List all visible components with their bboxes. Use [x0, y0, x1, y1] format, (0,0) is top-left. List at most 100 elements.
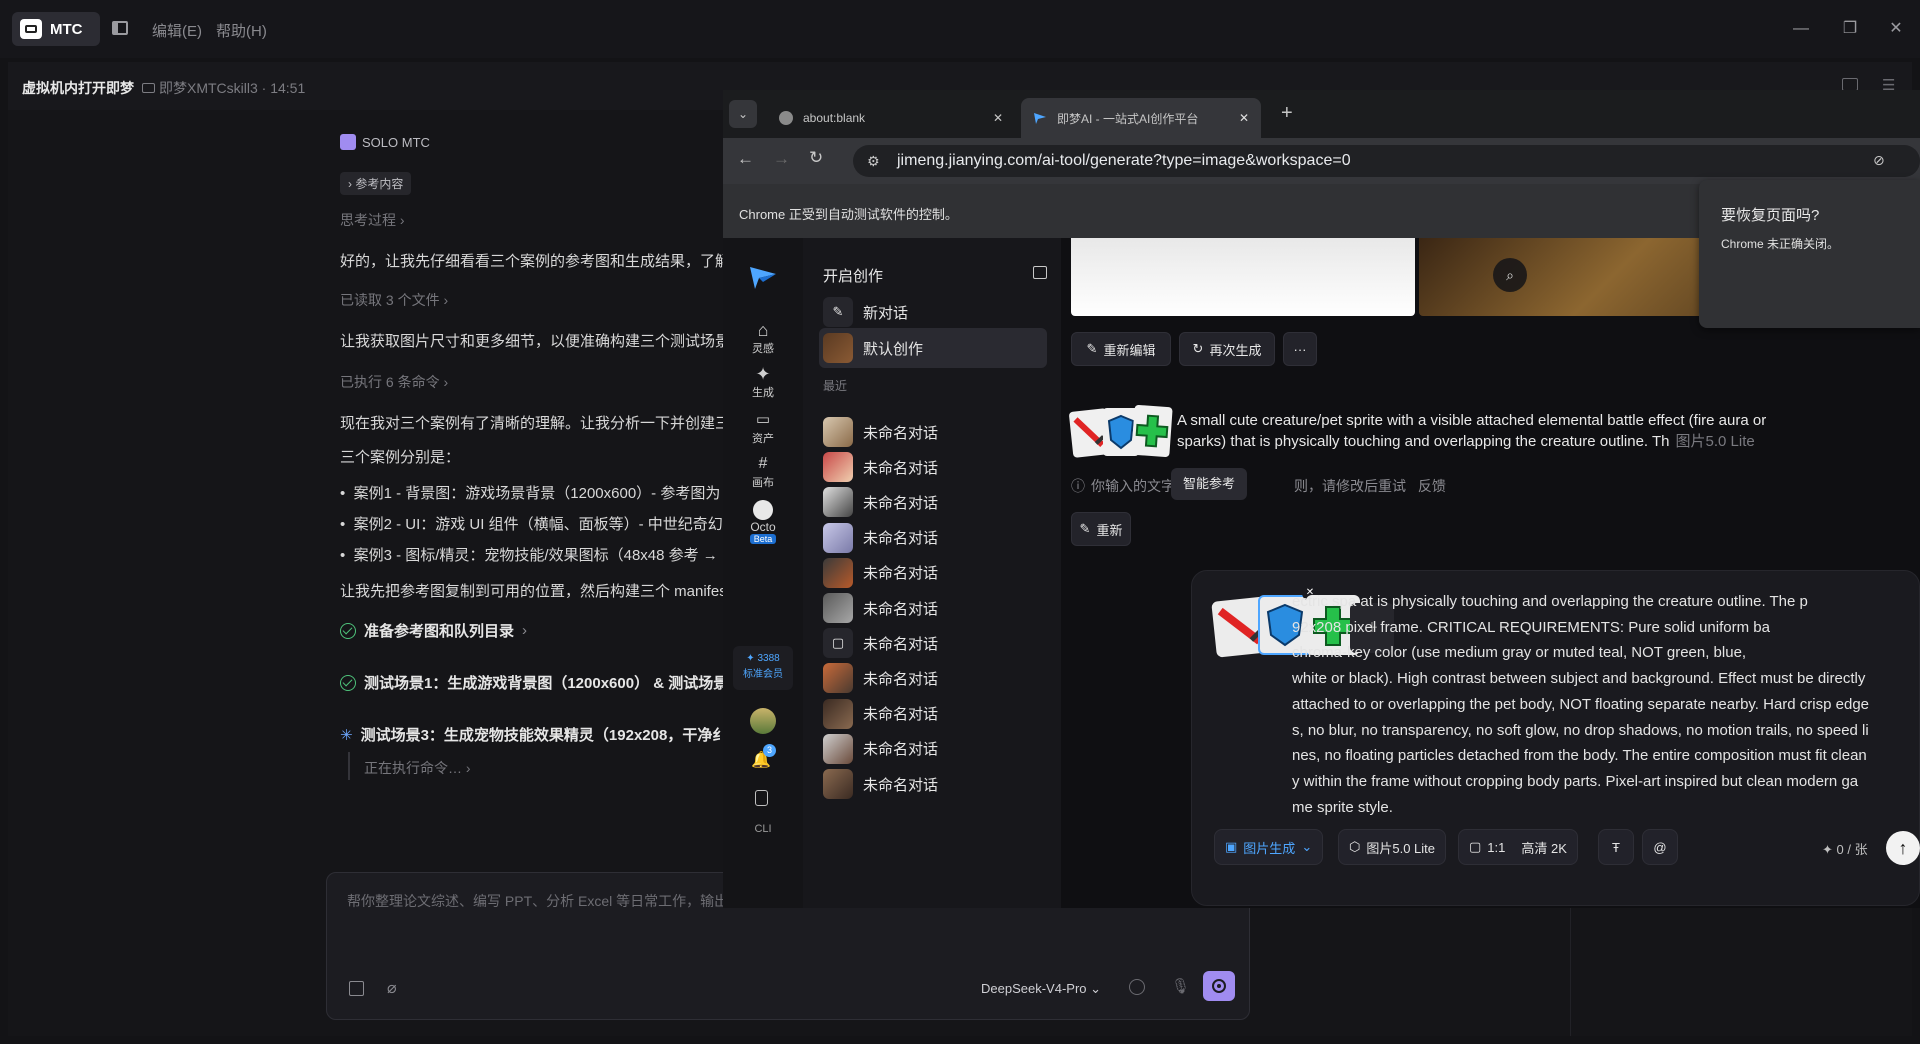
- conversation-thumbnail: [823, 333, 853, 363]
- tab-search-button[interactable]: ⌄: [729, 100, 757, 128]
- default-creation-item[interactable]: 默认创作: [819, 328, 1047, 368]
- nav-canvas[interactable]: # 画布: [723, 454, 803, 490]
- edit-icon[interactable]: [349, 981, 364, 996]
- composer-line: ectric spa at is physically touching and…: [1292, 593, 1808, 610]
- thinking-toggle[interactable]: 思考过程 ›: [340, 210, 405, 230]
- submit-button[interactable]: ↑: [1886, 831, 1920, 865]
- conversation-item[interactable]: 未命名对话: [823, 555, 1043, 591]
- conversation-item[interactable]: 未命名对话: [823, 590, 1043, 626]
- eye-off-icon[interactable]: ⊘: [1873, 152, 1885, 169]
- mtc-app-badge[interactable]: MTC: [12, 12, 100, 46]
- microphone-icon[interactable]: 🎙: [1171, 977, 1190, 995]
- prompt-record[interactable]: A small cute creature/pet sprite with a …: [1177, 410, 1917, 452]
- sidebar-toggle-icon[interactable]: [112, 21, 128, 35]
- chat-input-placeholder[interactable]: 帮你整理论文综述、编写 PPT、分析 Excel 等日常工作，输出: [347, 891, 728, 911]
- jimeng-logo-icon[interactable]: [749, 264, 777, 290]
- conversation-thumbnail: [823, 487, 853, 518]
- tab-title: 即梦AI - 一站式AI创作平台: [1057, 111, 1199, 126]
- tab-about-blank[interactable]: about:blank ✕: [767, 98, 1015, 138]
- mode-selector[interactable]: ▣ 图片生成 ⌄: [1214, 829, 1324, 865]
- agent-name: SOLO MTC: [362, 134, 430, 150]
- avatar[interactable]: [750, 708, 776, 734]
- quality-label: 高清 2K: [1521, 840, 1567, 856]
- reedit-button[interactable]: ✎ 重新编辑: [1071, 332, 1171, 366]
- nav-octo[interactable]: Octo Beta: [723, 500, 803, 544]
- model-selector[interactable]: ⬡ 图片5.0 Lite: [1338, 829, 1447, 865]
- send-button[interactable]: [1203, 971, 1235, 1001]
- new-tab-icon[interactable]: +: [1281, 102, 1293, 125]
- composer-text[interactable]: ectric spa at is physically touching and…: [1292, 589, 1912, 820]
- model-selector[interactable]: DeepSeek-V4-Pro ⌄: [981, 981, 1101, 997]
- conversation-item[interactable]: 未命名对话: [823, 766, 1043, 802]
- regenerate-button[interactable]: ↻ 再次生成: [1179, 332, 1275, 366]
- conversation-item[interactable]: 未命名对话: [823, 520, 1043, 556]
- tab-title: about:blank: [803, 111, 866, 125]
- menu-help[interactable]: 帮助(H): [216, 20, 267, 41]
- cube-icon: ⬡: [1349, 839, 1361, 854]
- prompt-model-tag: 图片5.0 Lite: [1675, 433, 1755, 450]
- conversation-label: 未命名对话: [863, 776, 939, 794]
- nav-generate[interactable]: ✦ 生成: [723, 364, 803, 400]
- bell-icon[interactable]: 🔔 3: [751, 744, 776, 770]
- zoom-icon[interactable]: ⌕: [1493, 258, 1527, 292]
- running-status[interactable]: 正在执行命令… ›: [364, 758, 471, 778]
- reload-icon[interactable]: ↻: [809, 148, 823, 168]
- close-tab-icon[interactable]: ✕: [1239, 111, 1249, 125]
- home-icon: ⌂: [757, 320, 769, 340]
- conversation-item[interactable]: 未命名对话: [823, 414, 1043, 450]
- conversation-thumbnail: [823, 417, 853, 447]
- composer-line: white or black). High contrast between s…: [1292, 670, 1866, 688]
- chat-line-3: 现在我对三个案例有了清晰的理解。让我分析一下并创建三: [340, 415, 731, 432]
- reference-images[interactable]: [1068, 404, 1173, 462]
- forward-icon[interactable]: →: [773, 149, 790, 169]
- panel-title: 开启创作: [823, 268, 884, 285]
- site-info-icon[interactable]: ⚙: [867, 153, 880, 170]
- collapse-panel-icon[interactable]: [1033, 266, 1047, 279]
- restore-window-icon[interactable]: ❐: [1838, 17, 1862, 41]
- membership-card[interactable]: ✦ 3388 标准会员: [733, 646, 793, 690]
- voice-mode-icon[interactable]: [1129, 979, 1145, 995]
- back-icon[interactable]: ←: [737, 149, 754, 169]
- reedit-button-2[interactable]: ✎ 重新: [1071, 512, 1131, 546]
- executed-toggle[interactable]: 已执行 6 条命令 ›: [340, 372, 448, 392]
- cli-link[interactable]: CLI: [723, 823, 803, 835]
- conversation-item[interactable]: 未命名对话: [823, 449, 1043, 485]
- read-files-toggle[interactable]: 已读取 3 个文件 ›: [340, 290, 448, 310]
- conversation-item[interactable]: ▢ 未命名对话: [823, 625, 1043, 661]
- url-text[interactable]: jimeng.jianying.com/ai-tool/generate?typ…: [897, 152, 1351, 170]
- mention-button[interactable]: @: [1642, 829, 1678, 865]
- close-tab-icon[interactable]: ✕: [993, 111, 1003, 125]
- ratio-quality-selector[interactable]: ▢ 1:1 高清 2K: [1458, 829, 1578, 865]
- conversation-item[interactable]: 未命名对话: [823, 660, 1043, 696]
- task-1[interactable]: 准备参考图和队列目录 ›: [340, 620, 527, 641]
- feedback-link[interactable]: 反馈: [1418, 478, 1446, 494]
- task-2[interactable]: 测试场景1：生成游戏背景图（1200x600） & 测试场景: [340, 672, 728, 693]
- conversation-item[interactable]: 未命名对话: [823, 484, 1043, 520]
- tab-jimeng[interactable]: 即梦AI - 一站式AI创作平台 ✕: [1021, 98, 1261, 138]
- menu-edit[interactable]: 编辑(E): [152, 20, 202, 41]
- new-chat-button[interactable]: ✎ 新对话: [823, 294, 1043, 330]
- more-button[interactable]: ···: [1283, 332, 1317, 366]
- conversation-item[interactable]: 未命名对话: [823, 696, 1043, 732]
- address-bar[interactable]: ⚙ jimeng.jianying.com/ai-tool/generate?t…: [853, 145, 1920, 177]
- prompt-composer[interactable]: ✕ + ectric spa at is physically touching…: [1191, 570, 1920, 906]
- nav-inspiration[interactable]: ⌂ 灵感: [723, 320, 803, 356]
- conversation-thumbnail: [823, 698, 853, 729]
- arrow-up-icon: ↑: [1898, 838, 1908, 858]
- reedit-short-label: 重新: [1096, 522, 1123, 538]
- nav-assets[interactable]: ▭ 资产: [723, 410, 803, 446]
- reference-tag[interactable]: › 参考内容: [340, 172, 412, 195]
- device-icon[interactable]: [755, 790, 768, 806]
- task-3[interactable]: ✳ 测试场景3：生成宠物技能效果精灵（192x208，干净纟: [340, 724, 727, 745]
- attach-icon[interactable]: ⌀: [387, 978, 397, 998]
- composer-line: me sprite style.: [1292, 798, 1393, 816]
- composer-line: chroma-key color (use medium gray or mut…: [1292, 644, 1747, 662]
- conversation-label: 未命名对话: [863, 670, 939, 688]
- square-icon: ▢: [1469, 839, 1482, 854]
- close-window-icon[interactable]: ✕: [1884, 17, 1908, 41]
- conversation-item[interactable]: 未命名对话: [823, 731, 1043, 767]
- minimize-icon[interactable]: —: [1789, 17, 1813, 41]
- generated-image[interactable]: [1071, 238, 1415, 316]
- error-text-2: 则，请修改后重试: [1294, 478, 1406, 494]
- text-style-button[interactable]: Ŧ: [1598, 829, 1634, 865]
